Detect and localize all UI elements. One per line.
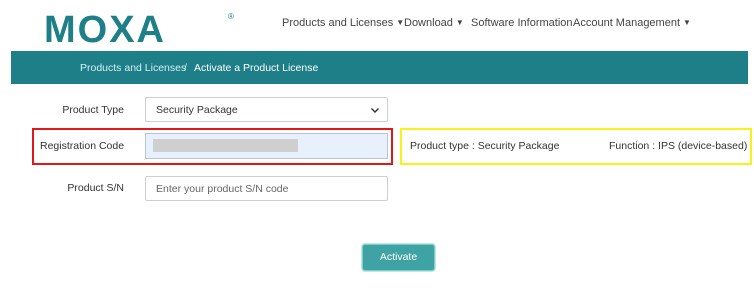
chevron-down-icon <box>371 108 379 113</box>
info-function: Function : IPS (device-based) <box>609 140 748 152</box>
activate-button[interactable]: Activate <box>362 244 435 271</box>
moxa-logo-mark: MOXA ® <box>44 9 234 51</box>
breadcrumb-products-and-licenses[interactable]: Products and Licenses <box>80 62 186 74</box>
breadcrumb-separator: / <box>184 62 187 74</box>
product-type-label: Product Type <box>62 104 124 116</box>
nav-label: Account Management <box>573 17 681 29</box>
registered-mark-icon: ® <box>228 12 234 21</box>
nav-software-information[interactable]: Software Information <box>471 17 573 33</box>
product-sn-label: Product S/N <box>67 182 124 194</box>
nav-label: Software Information <box>471 17 573 29</box>
redacted-registration-code <box>153 139 298 152</box>
product-type-select[interactable]: Security Package <box>145 97 388 122</box>
caret-down-icon: ▼ <box>455 18 464 27</box>
info-product-type: Product type : Security Package <box>410 140 560 152</box>
nav-label: Download <box>404 17 453 29</box>
product-sn-input[interactable]: Enter your product S/N code <box>145 176 388 201</box>
registration-code-label: Registration Code <box>40 140 125 152</box>
nav-products-and-licenses[interactable]: Products and Licenses ▼ <box>282 17 404 33</box>
product-sn-placeholder: Enter your product S/N code <box>156 183 289 195</box>
nav-account-management[interactable]: Account Management ▼ <box>573 17 691 33</box>
nav-download[interactable]: Download ▼ <box>404 17 464 33</box>
logo-text: MOXA <box>44 9 166 47</box>
registration-code-input[interactable] <box>145 133 388 159</box>
moxa-logo[interactable]: MOXA ® <box>44 9 244 51</box>
nav-label: Products and Licenses <box>282 17 394 29</box>
breadcrumb: Products and Licenses / Activate a Produ… <box>11 51 748 84</box>
breadcrumb-current: Activate a Product License <box>194 62 319 74</box>
product-type-value: Security Package <box>156 104 238 116</box>
caret-down-icon: ▼ <box>683 18 691 27</box>
